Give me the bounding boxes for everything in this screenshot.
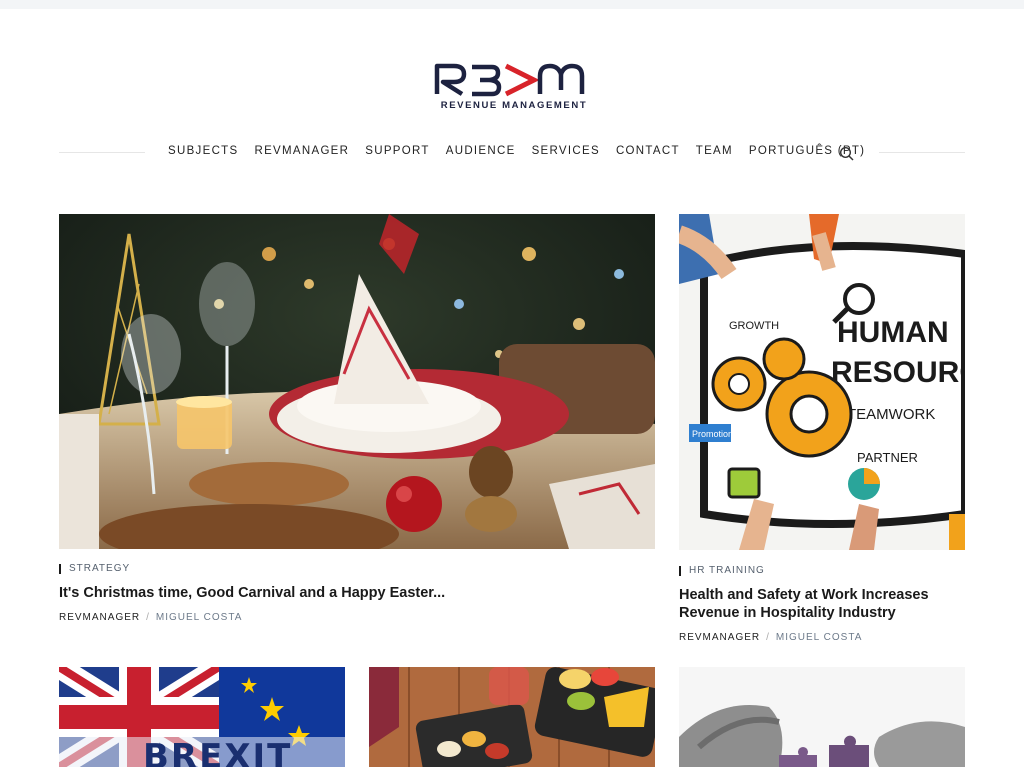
post-meta: REVMANAGER / MIGUEL COSTA	[59, 612, 242, 623]
meta-separator: /	[766, 632, 770, 643]
human-resources-image[interactable]: HUMAN RESOURCE TEAMWORK PARTNER GROWTH P…	[679, 214, 965, 550]
nav-divider-left	[59, 152, 145, 153]
svg-text:TEAMWORK: TEAMWORK	[847, 406, 935, 423]
svg-text:Promotion: Promotion	[692, 429, 733, 439]
post-author[interactable]: MIGUEL COSTA	[776, 632, 862, 643]
brexit-image[interactable]: BREXIT	[59, 667, 345, 767]
svg-text:RESOURCE: RESOURCE	[831, 356, 965, 389]
nav-item-services[interactable]: SERVICES	[532, 145, 600, 157]
nav-item-contact[interactable]: CONTACT	[616, 145, 680, 157]
nav-item-subjects[interactable]: SUBJECTS	[168, 145, 238, 157]
nav-item-revmanager[interactable]: REVMANAGER	[254, 145, 349, 157]
svg-text:HUMAN: HUMAN	[837, 316, 949, 349]
nav-item-audience[interactable]: AUDIENCE	[446, 145, 516, 157]
puzzle-hands-image[interactable]	[679, 667, 965, 767]
nav-menu: SUBJECTS REVMANAGER SUPPORT AUDIENCE SER…	[168, 145, 881, 157]
post-author-label[interactable]: REVMANAGER	[679, 632, 760, 643]
logo-tagline: REVENUE MANAGEMENT	[440, 100, 588, 111]
nav-divider-right	[879, 152, 965, 153]
main-navigation: SUBJECTS REVMANAGER SUPPORT AUDIENCE SER…	[0, 140, 1024, 166]
post-title[interactable]: It's Christmas time, Good Carnival and a…	[59, 584, 655, 602]
search-icon[interactable]	[839, 146, 855, 162]
post-category[interactable]: STRATEGY	[59, 564, 130, 574]
meta-separator: /	[146, 612, 150, 623]
post-card-christmas: STRATEGY It's Christmas time, Good Carni…	[59, 214, 655, 629]
svg-text:PARTNER: PARTNER	[857, 450, 918, 465]
christmas-table-image[interactable]	[59, 214, 655, 549]
nav-item-team[interactable]: TEAM	[696, 145, 733, 157]
post-meta: REVMANAGER / MIGUEL COSTA	[679, 632, 862, 643]
top-bar	[0, 0, 1024, 9]
post-card-hr: HUMAN RESOURCE TEAMWORK PARTNER GROWTH P…	[679, 214, 965, 649]
post-author[interactable]: MIGUEL COSTA	[156, 612, 242, 623]
logo-mark	[434, 63, 585, 97]
site-logo[interactable]: REVENUE MANAGEMENT	[434, 60, 594, 114]
post-author-label[interactable]: REVMANAGER	[59, 612, 140, 623]
brexit-image-text: BREXIT	[143, 737, 293, 767]
post-title[interactable]: Health and Safety at Work Increases Reve…	[679, 586, 965, 622]
food-table-image[interactable]	[369, 667, 655, 767]
post-category[interactable]: HR TRAINING	[679, 566, 765, 576]
svg-text:GROWTH: GROWTH	[729, 320, 779, 332]
nav-item-support[interactable]: SUPPORT	[365, 145, 429, 157]
